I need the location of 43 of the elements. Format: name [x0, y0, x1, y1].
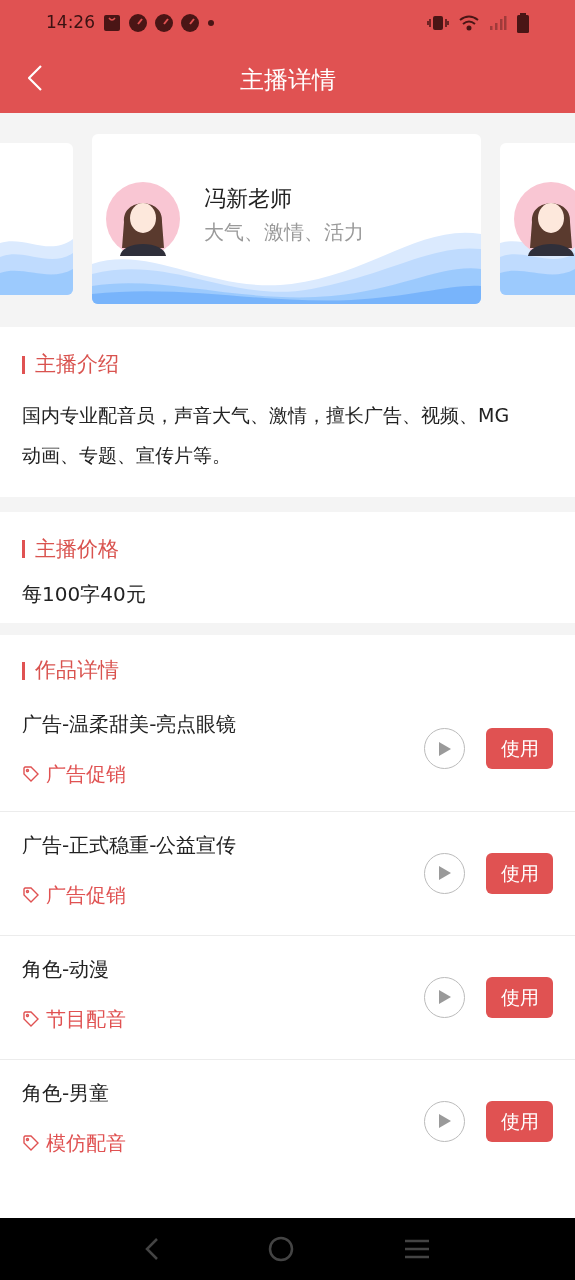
use-button[interactable]: 使用	[486, 852, 553, 894]
play-icon	[437, 989, 452, 1005]
work-title: 广告-温柔甜美-亮点眼镜	[22, 710, 237, 738]
work-tag: 广告促销	[46, 758, 126, 789]
home-icon[interactable]	[268, 1236, 295, 1262]
page-title: 主播详情	[239, 64, 336, 96]
intro-text: 国内专业配音员，声音大气、激情，擅长广告、视频、MG动画、专题、宣传片等。	[22, 402, 511, 468]
use-button[interactable]: 使用	[486, 1100, 553, 1142]
work-tag: 节目配音	[46, 1003, 126, 1034]
menu-icon[interactable]	[404, 1239, 431, 1259]
work-title: 角色-男童	[22, 1079, 111, 1107]
section-title: 主播介绍	[35, 351, 119, 378]
battery-icon	[517, 13, 529, 33]
use-button[interactable]: 使用	[486, 976, 553, 1018]
gauge-icon	[155, 14, 173, 32]
gauge-icon	[129, 14, 147, 32]
play-icon	[437, 865, 452, 881]
vibrate-icon	[427, 15, 449, 31]
anchor-tags: 大气、激情、活力	[204, 216, 364, 247]
tag-icon	[22, 885, 40, 904]
back-icon[interactable]	[144, 1237, 159, 1261]
tag-icon	[22, 1133, 40, 1152]
work-tag: 模仿配音	[46, 1127, 126, 1158]
wifi-icon	[459, 15, 479, 31]
work-title: 角色-动漫	[22, 955, 111, 983]
play-icon	[437, 1113, 452, 1129]
dot-icon	[207, 19, 215, 27]
bag-icon	[103, 14, 121, 32]
signal-icon	[489, 15, 507, 31]
back-icon	[28, 65, 42, 91]
use-button[interactable]: 使用	[486, 728, 553, 769]
section-title: 作品详情	[35, 657, 119, 684]
work-tag: 广告促销	[46, 879, 126, 910]
tag-icon	[22, 1009, 40, 1028]
section-title: 主播价格	[35, 535, 119, 563]
work-title: 广告-正式稳重-公益宣传	[22, 831, 237, 859]
price-text: 每100字40元	[22, 581, 147, 608]
status-time: 14:26	[46, 11, 95, 35]
anchor-name: 冯新老师	[204, 184, 293, 213]
gauge-icon	[181, 14, 199, 32]
anchor-card[interactable]	[500, 143, 575, 295]
tag-icon	[22, 764, 40, 783]
play-icon	[437, 740, 452, 757]
